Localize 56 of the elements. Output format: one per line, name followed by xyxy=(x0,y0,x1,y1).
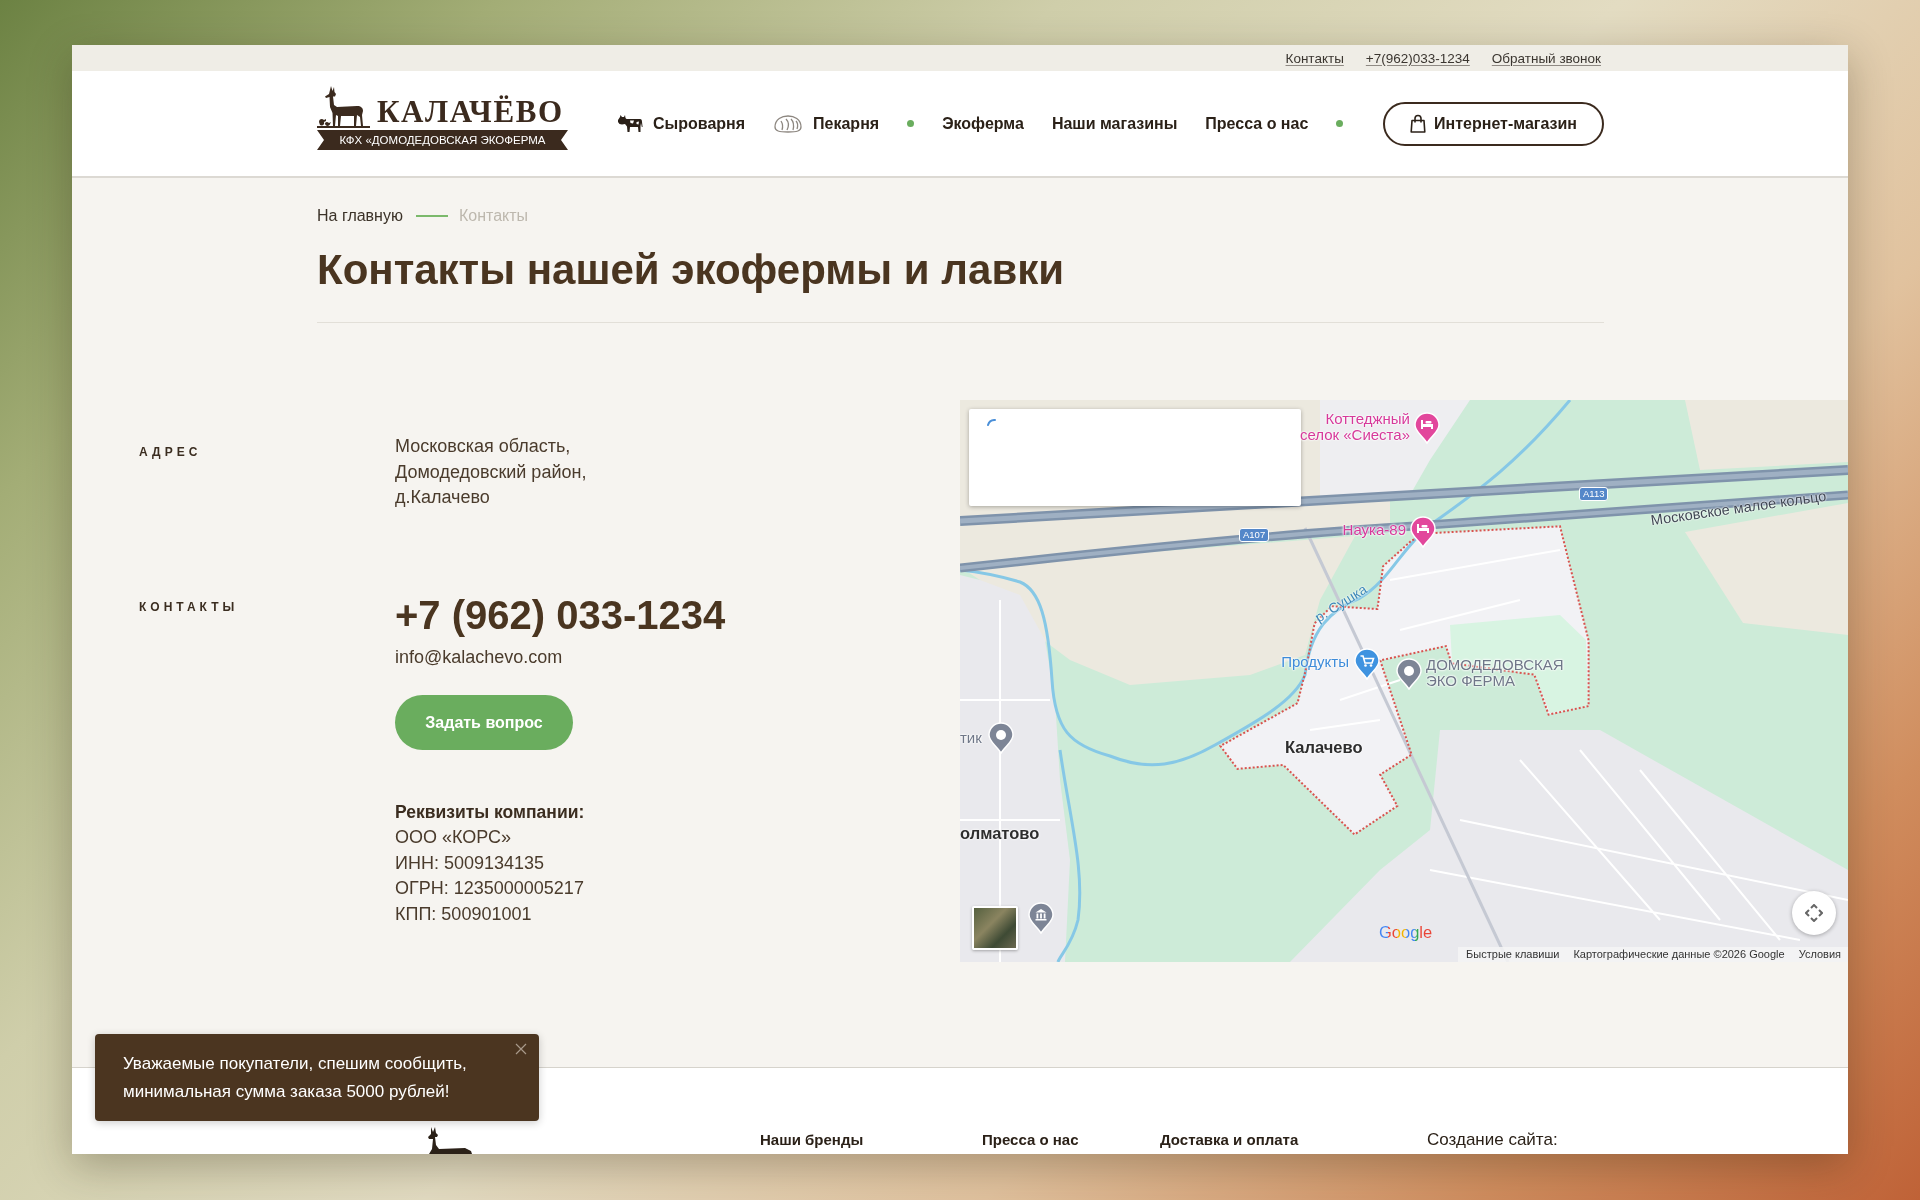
address-text: Московская область, Домодедовский район, д.Калачево xyxy=(395,435,587,509)
section-label: КОНТАКТЫ xyxy=(139,600,239,614)
bread-icon xyxy=(773,112,804,135)
top-bar-link[interactable]: +7(962)033-1234 xyxy=(1365,50,1470,66)
nav-link[interactable]: Пекарня xyxy=(773,112,880,135)
copyright-text: Картографические данные ©2026 Google xyxy=(1573,947,1785,962)
breadcrumb-current: Контакты xyxy=(458,207,529,225)
nav-link[interactable]: Пресса о нас xyxy=(1205,114,1309,133)
breadcrumb-link[interactable]: На главную xyxy=(317,207,403,225)
road-sign: А107 xyxy=(1239,528,1270,542)
town-label: Калачево xyxy=(1285,738,1363,756)
page-title: Контакты нашей экофермы и лавки xyxy=(317,245,1065,295)
nav-link[interactable]: Сыроварня xyxy=(617,114,746,133)
bed-pin-icon[interactable] xyxy=(1410,516,1436,548)
requisites-heading: Реквизиты компании: xyxy=(395,801,585,824)
top-bar-link[interactable]: Обратный звонок xyxy=(1491,50,1601,66)
cart-pin-icon[interactable] xyxy=(1354,648,1380,680)
road-name-label: Московское малое кольцо xyxy=(1649,487,1828,529)
toast-message: Уважаемые покупатели, спешим сообщить, минимальная сумма заказа 5000 рублей! xyxy=(123,1053,467,1103)
museum-pin-icon[interactable] xyxy=(1028,902,1054,934)
nav-link[interactable]: Наши магазины xyxy=(1051,114,1178,133)
bag-icon xyxy=(1410,114,1427,133)
map-pin-icon[interactable] xyxy=(988,722,1014,754)
nav-link[interactable]: Экоферма xyxy=(942,114,1024,133)
dot-icon xyxy=(907,120,915,127)
phone-number: +7 (962) 033-1234 xyxy=(395,592,726,638)
online-store-button[interactable]: Интернет-магазин xyxy=(1383,101,1604,146)
footer-link[interactable]: Наши бренды xyxy=(760,1131,864,1149)
map-pin-icon[interactable] xyxy=(1396,658,1422,690)
place-label: Продукты xyxy=(1281,654,1349,670)
close-button[interactable] xyxy=(515,1043,527,1055)
footer-credit-text: Создание сайта: xyxy=(1427,1130,1558,1150)
place-label: тик xyxy=(960,730,982,746)
place-label: ДОМОДЕДОВСКАЯ ЭКО ФЕРМА xyxy=(1426,657,1564,689)
logo-title: КАЛАЧЁВО xyxy=(377,97,564,127)
town-label: олматово xyxy=(960,824,1040,842)
bed-pin-icon[interactable] xyxy=(1414,412,1440,444)
footer-link[interactable]: Пресса о нас xyxy=(982,1131,1079,1149)
road-sign: А113 xyxy=(1579,487,1609,501)
logo-subtitle: КФХ «ДОМОДЕДОВСКАЯ ЭКОФЕРМА xyxy=(317,130,568,150)
close-icon xyxy=(515,1043,527,1055)
top-bar-link[interactable]: Контакты xyxy=(1285,50,1344,66)
cow-icon xyxy=(617,114,643,133)
footer-link[interactable]: Доставка и оплата xyxy=(1160,1131,1299,1149)
requisites-text: ООО «КОРС» ИНН: 5009134135 ОГРН: 1235000005217 КПП: 500901001 xyxy=(395,826,584,926)
map-type-button[interactable] xyxy=(972,906,1018,950)
place-label: Наука-89 xyxy=(1342,522,1406,538)
section-label: АДРЕС xyxy=(139,445,202,459)
email-link[interactable]: info@kalachevo.com xyxy=(395,645,563,670)
map-link[interactable]: Быстрые клавиши xyxy=(1466,947,1560,962)
deer-icon xyxy=(425,1127,472,1154)
deer-icon xyxy=(317,86,370,128)
expand-icon xyxy=(1805,904,1823,922)
map-link[interactable]: Условия xyxy=(1798,947,1841,962)
place-label: Коттеджный селок «Сиеста» xyxy=(1299,411,1410,443)
dot-icon xyxy=(1336,120,1344,127)
